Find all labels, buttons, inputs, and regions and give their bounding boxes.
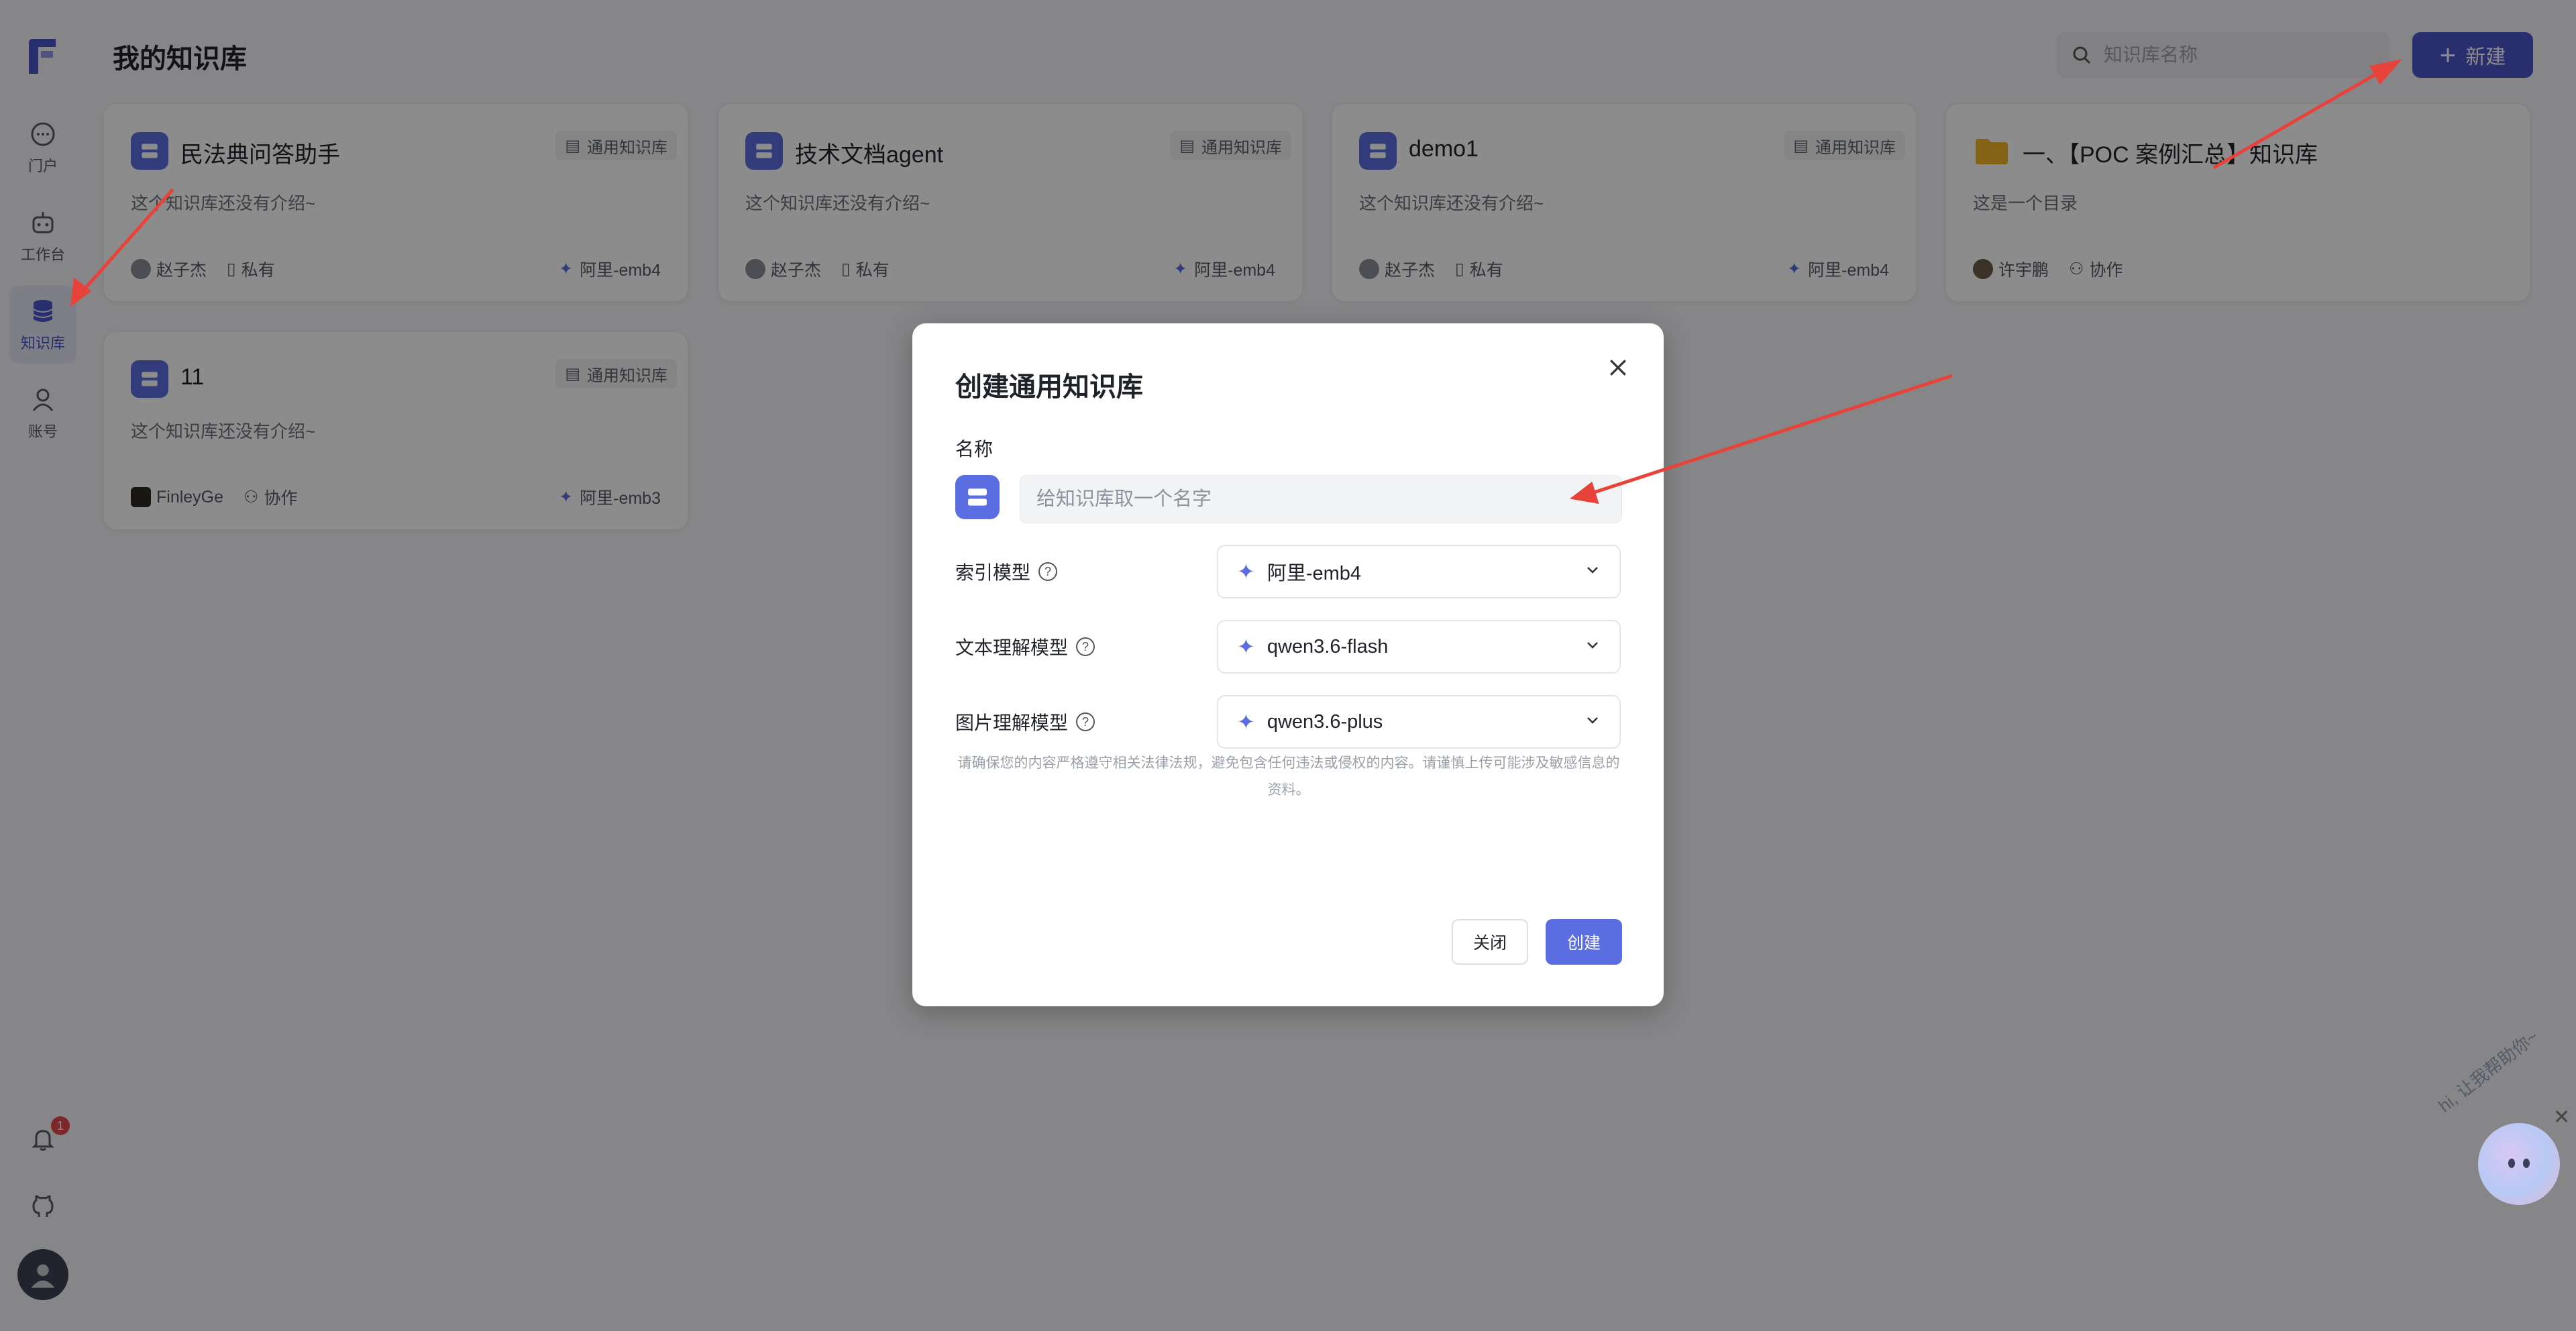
image-model-label: 图片理解模型? [955, 708, 1095, 735]
text-model-label: 文本理解模型? [955, 633, 1095, 660]
create-button[interactable]: 创建 [1546, 919, 1622, 965]
assistant-avatar-icon[interactable] [2478, 1123, 2560, 1205]
help-icon[interactable]: ? [1038, 562, 1058, 581]
chevron-down-icon [1585, 711, 1601, 733]
modal-title: 创建通用知识库 [955, 372, 1143, 402]
dataset-icon[interactable] [955, 475, 1000, 519]
help-icon[interactable]: ? [1076, 637, 1095, 656]
name-label: 名称 [955, 439, 994, 460]
model-logo-icon: ✦ [1237, 560, 1255, 584]
model-logo-icon: ✦ [1237, 635, 1255, 659]
image-model-select[interactable]: ✦ qwen3.6-plus [1217, 695, 1621, 749]
index-model-label: 索引模型? [955, 558, 1058, 585]
assistant-widget[interactable]: hi, 让我帮助你~ ✕ [2426, 1026, 2576, 1205]
close-icon[interactable]: ✕ [2553, 1106, 2570, 1129]
compliance-notice: 请确保您的内容严格遵守相关法律法规，避免包含任何违法或侵权的内容。请谨慎上传可能… [957, 755, 1620, 798]
create-knowledge-modal: 创建通用知识库 名称 索引模型? ✦ 阿里-emb4 文本理解模型? ✦ qwe… [912, 323, 1664, 1006]
text-model-select[interactable]: ✦ qwen3.6-flash [1217, 620, 1621, 674]
chevron-down-icon [1585, 636, 1601, 658]
close-button[interactable] [1598, 348, 1638, 388]
index-model-select[interactable]: ✦ 阿里-emb4 [1217, 545, 1621, 598]
name-input[interactable] [1020, 475, 1622, 523]
close-icon [1610, 360, 1626, 376]
cancel-button[interactable]: 关闭 [1452, 919, 1528, 965]
chevron-down-icon [1585, 561, 1601, 583]
help-icon[interactable]: ? [1076, 712, 1095, 731]
model-logo-icon: ✦ [1237, 710, 1255, 734]
